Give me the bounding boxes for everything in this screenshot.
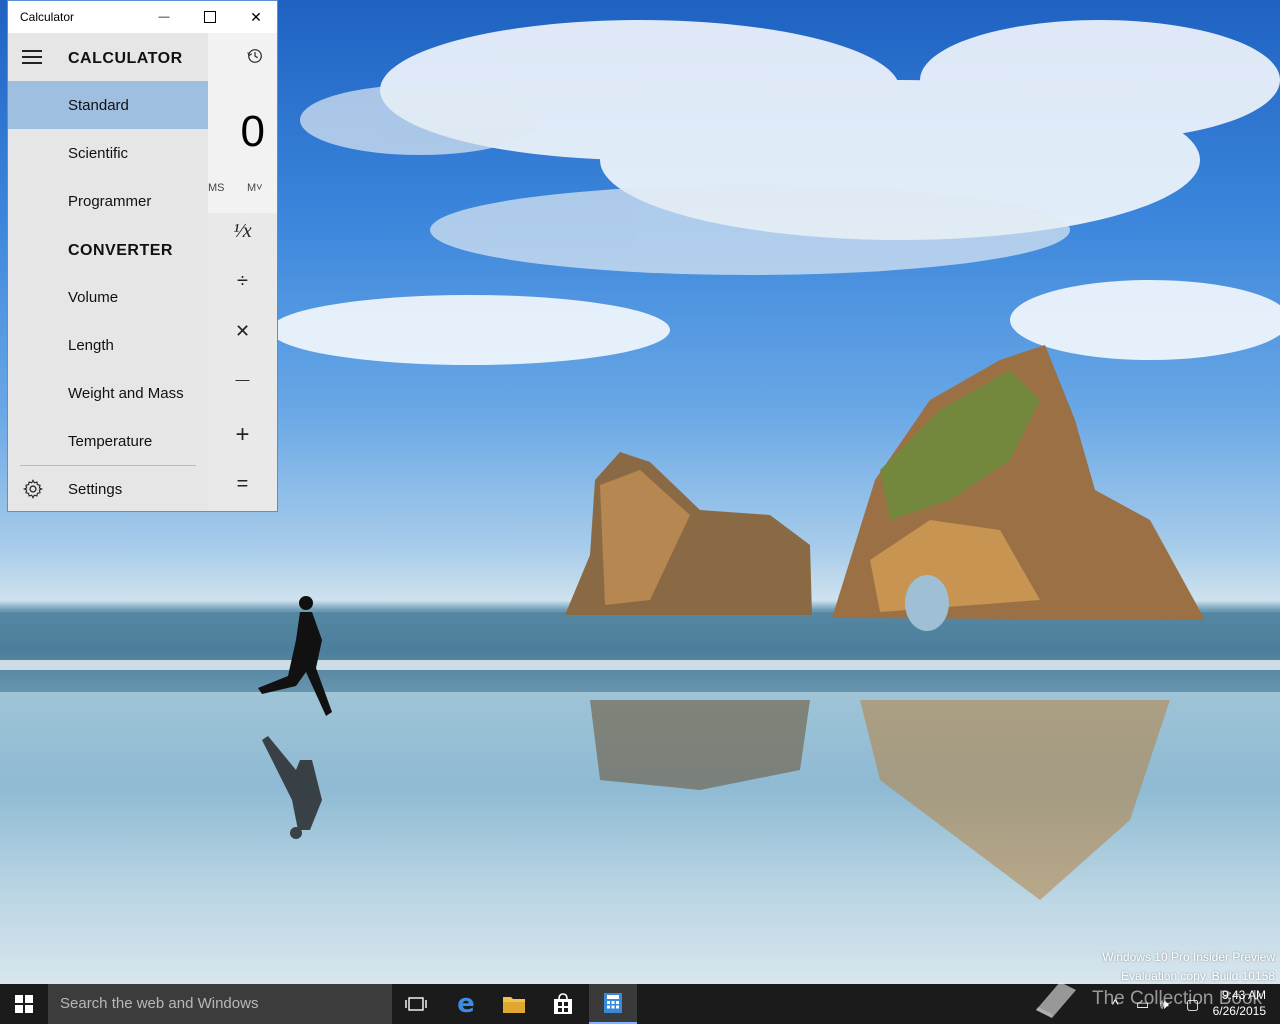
gear-icon	[22, 479, 44, 499]
nav-item-label: Weight and Mass	[68, 384, 184, 402]
nav-item-length[interactable]: Length	[8, 321, 208, 369]
minimize-button[interactable]: —	[141, 1, 187, 33]
hamburger-menu-icon[interactable]	[22, 50, 42, 64]
divide-button[interactable]: ÷	[208, 270, 277, 293]
multiply-button[interactable]: ✕	[208, 321, 277, 342]
nav-item-label: Length	[68, 336, 114, 354]
operator-column	[208, 213, 277, 511]
task-view-icon	[405, 997, 427, 1011]
edge-icon: e	[457, 989, 475, 1019]
search-box[interactable]: Search the web and Windows	[48, 984, 392, 1024]
result-display: 0	[240, 107, 265, 156]
taskbar: Search the web and Windows e ^ ▭ 🕪 ▢ 9:4…	[0, 984, 1280, 1024]
nav-item-temperature[interactable]: Temperature	[8, 417, 208, 465]
reciprocal-button[interactable]: ¹∕x	[208, 220, 277, 243]
calculator-icon	[604, 993, 622, 1013]
windows-logo-icon	[15, 995, 33, 1013]
nav-item-label: Scientific	[68, 144, 129, 162]
subtract-button[interactable]: —	[208, 371, 277, 387]
nav-item-label: Standard	[68, 96, 129, 114]
add-button[interactable]: +	[208, 421, 277, 449]
calculator-header: CALCULATOR	[68, 50, 183, 67]
nav-item-volume[interactable]: Volume	[8, 273, 208, 321]
memory-list-button[interactable]: M˅	[247, 182, 263, 194]
nav-item-scientific[interactable]: Scientific	[8, 129, 208, 177]
window-title: Calculator	[20, 10, 75, 24]
history-icon[interactable]	[246, 47, 264, 65]
book-logo-icon	[1036, 982, 1076, 1018]
memory-store-button[interactable]: MS	[208, 182, 225, 194]
folder-icon	[503, 997, 525, 1013]
nav-item-label: Programmer	[68, 192, 152, 210]
edge-button[interactable]: e	[442, 984, 490, 1024]
store-button[interactable]	[539, 984, 587, 1024]
calculator-window: Calculator — ✕ CALCULATOR Standard Scien…	[7, 0, 278, 512]
nav-item-programmer[interactable]: Programmer	[8, 177, 208, 225]
edition-watermark: Windows 10 Pro Insider Preview	[1102, 950, 1275, 964]
start-button[interactable]	[0, 984, 48, 1024]
minimize-icon: —	[158, 11, 170, 23]
maximize-icon	[204, 11, 216, 23]
collection-book-watermark: The Collection Book	[1092, 988, 1263, 1009]
converter-header: CONVERTER	[68, 242, 173, 259]
store-icon	[554, 993, 572, 1014]
nav-item-label: Temperature	[68, 432, 153, 450]
build-watermark: Evaluation copy. Build 10158	[1121, 969, 1275, 983]
calculator-taskbar-button[interactable]	[589, 984, 637, 1024]
equals-button[interactable]: =	[208, 473, 277, 496]
file-explorer-button[interactable]	[490, 984, 538, 1024]
nav-item-standard[interactable]: Standard	[8, 81, 208, 129]
maximize-button[interactable]	[187, 1, 233, 33]
title-bar[interactable]: Calculator — ✕	[8, 1, 277, 33]
close-icon: ✕	[250, 8, 262, 25]
settings-label: Settings	[68, 480, 123, 498]
task-view-button[interactable]	[392, 984, 440, 1024]
navigation-menu: CALCULATOR Standard Scientific Programme…	[8, 33, 208, 511]
nav-item-label: Volume	[68, 288, 119, 306]
close-button[interactable]: ✕	[233, 1, 279, 33]
nav-item-weight-and-mass[interactable]: Weight and Mass	[8, 369, 208, 417]
